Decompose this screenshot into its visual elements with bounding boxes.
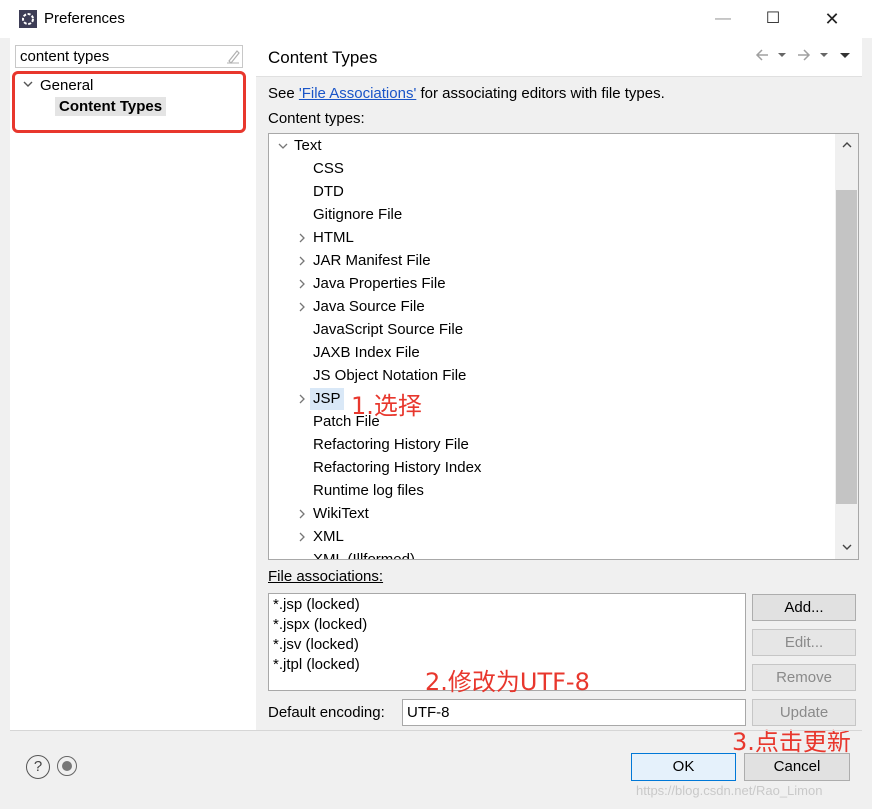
tree-item-label: XML (Illformed) [313, 551, 415, 560]
tree-scroll-thumb[interactable] [836, 190, 857, 504]
tree-item[interactable]: JAR Manifest File [269, 250, 829, 272]
chevron-right-icon[interactable] [296, 388, 308, 410]
eclipse-preferences-icon [19, 10, 37, 28]
ok-button[interactable]: OK [631, 753, 736, 781]
tree-item[interactable]: XML [269, 526, 829, 548]
import-export-icon-center [62, 761, 72, 771]
annotation-step1: 1.选择 [351, 392, 422, 420]
tree-item[interactable]: JS Object Notation File [269, 365, 829, 387]
filter-input[interactable] [15, 45, 243, 68]
file-associations-link[interactable]: 'File Associations' [299, 85, 416, 102]
tree-item[interactable]: Refactoring History File [269, 434, 829, 456]
close-button[interactable]: ✕ [809, 0, 855, 38]
tree-item-label: DTD [313, 183, 344, 200]
annotation-step3: 3.点击更新 [732, 728, 851, 756]
file-associations-label-text: File associations: [268, 568, 384, 585]
tree-item-label: Runtime log files [313, 482, 424, 499]
tree-item[interactable]: CSS [269, 158, 829, 180]
tree-item-label: Java Properties File [313, 275, 446, 292]
forward-arrow-icon[interactable] [796, 47, 812, 63]
maximize-button[interactable]: ☐ [750, 0, 796, 38]
tree-item-label: JSP [310, 388, 344, 410]
tree-item[interactable]: Gitignore File [269, 204, 829, 226]
file-associations-label: File associations: [268, 568, 383, 585]
scroll-down-chevron-icon[interactable] [836, 538, 857, 558]
help-icon[interactable]: ? [26, 755, 50, 779]
tree-item-label: JS Object Notation File [313, 367, 467, 384]
tree-item-label: CSS [313, 160, 344, 177]
file-associations-hint: See 'File Associations' for associating … [268, 85, 665, 102]
back-menu-chevron-icon[interactable] [776, 47, 788, 63]
tree-item-label: JavaScript Source File [313, 321, 464, 338]
list-item[interactable]: *.jspx (locked) [273, 616, 367, 633]
preferences-nav-panel [10, 38, 257, 730]
list-item[interactable]: *.jsp (locked) [273, 596, 360, 613]
chevron-right-icon[interactable] [296, 296, 308, 318]
add-button[interactable]: Add... [752, 594, 856, 621]
footer-divider [10, 730, 862, 731]
tree-item[interactable]: JavaScript Source File [269, 319, 829, 341]
chevron-right-icon[interactable] [296, 227, 308, 249]
content-types-tree[interactable]: Text CSS DTD Gitignore File HTML JAR Manifest… [268, 133, 859, 560]
list-item[interactable]: *.jtpl (locked) [273, 656, 360, 673]
tree-item-label: JAXB Index File [313, 344, 420, 361]
scroll-up-chevron-icon[interactable] [836, 136, 857, 156]
chevron-right-icon[interactable] [296, 273, 308, 295]
tree-item[interactable]: Java Properties File [269, 273, 829, 295]
tree-item[interactable]: Refactoring History Index [269, 457, 829, 479]
tree-item-label: XML [313, 528, 344, 545]
tree-item-label: HTML [313, 229, 354, 246]
window-title: Preferences [44, 10, 125, 27]
default-encoding-input[interactable] [402, 699, 746, 726]
list-item[interactable]: *.jsv (locked) [273, 636, 359, 653]
tree-item[interactable]: DTD [269, 181, 829, 203]
view-menu-icon[interactable] [839, 47, 851, 63]
tree-item[interactable]: XML (Illformed) [269, 549, 829, 560]
minimize-button[interactable]: — [700, 0, 746, 38]
cancel-button[interactable]: Cancel [744, 753, 850, 781]
clear-filter-icon[interactable] [226, 48, 240, 64]
tree-item[interactable]: HTML [269, 227, 829, 249]
tree-item-label: Java Source File [313, 298, 425, 315]
watermark: https://blog.csdn.net/Rao_Limon [636, 783, 823, 798]
remove-button[interactable]: Remove [752, 664, 856, 691]
tree-item[interactable]: Text [269, 135, 829, 157]
chevron-right-icon[interactable] [296, 250, 308, 272]
back-arrow-icon[interactable] [754, 47, 770, 63]
page-title: Content Types [268, 48, 378, 67]
annotation-highlight-box [12, 71, 246, 133]
default-encoding-label: Default encoding: [268, 704, 385, 721]
chevron-down-icon[interactable] [277, 135, 289, 157]
tree-item[interactable]: Runtime log files [269, 480, 829, 502]
chevron-right-icon[interactable] [296, 503, 308, 525]
hint-suffix: for associating editors with file types. [416, 85, 665, 102]
forward-menu-chevron-icon[interactable] [818, 47, 830, 63]
tree-item[interactable]: JAXB Index File [269, 342, 829, 364]
tree-item-label: Refactoring History Index [313, 459, 482, 476]
edit-button[interactable]: Edit... [752, 629, 856, 656]
content-types-label: Content types: [268, 110, 365, 127]
tree-item[interactable]: WikiText [269, 503, 829, 525]
chevron-right-icon[interactable] [296, 526, 308, 548]
hint-prefix: See [268, 85, 299, 102]
tree-item-label: WikiText [313, 505, 369, 522]
tree-item-label: Gitignore File [313, 206, 403, 223]
annotation-step2: 2.修改为UTF-8 [425, 668, 590, 696]
tree-item[interactable]: Java Source File [269, 296, 829, 318]
tree-item-label: Refactoring History File [313, 436, 469, 453]
tree-item-label: JAR Manifest File [313, 252, 431, 269]
tree-item-label: Text [294, 137, 322, 154]
